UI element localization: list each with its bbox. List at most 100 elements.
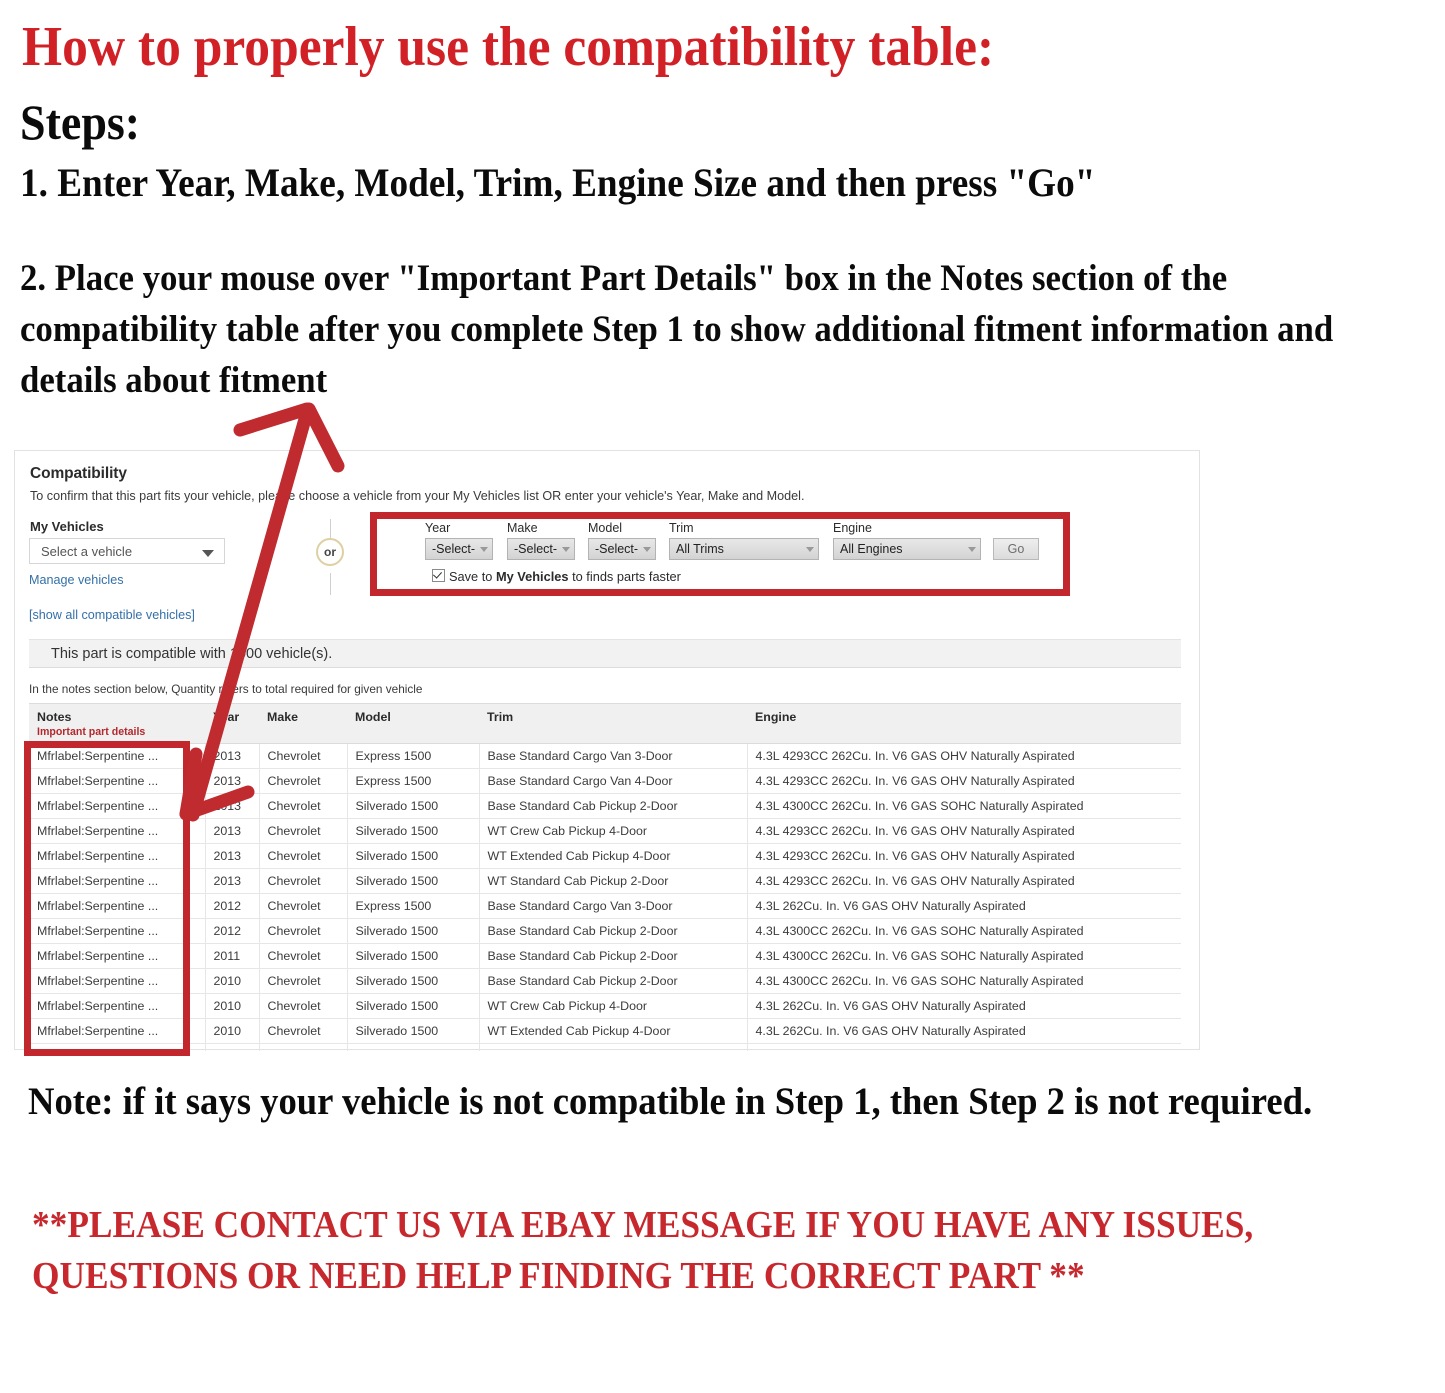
table-row: Mfrlabel:Serpentine ... 2012 Chevrolet Expr… <box>29 893 1181 919</box>
cell-notes[interactable]: Mfrlabel:Serpentine ... <box>29 818 206 844</box>
cell-notes[interactable]: Mfrlabel:Serpentine ... <box>29 743 206 769</box>
model-value: -Select- <box>595 542 639 556</box>
col-header-year: Year <box>205 703 259 744</box>
cell-model: Silverado 1500 <box>347 793 480 819</box>
table-row: Mfrlabel:Serpentine ...2010ChevroletSilv… <box>29 1043 1181 1051</box>
cell-notes[interactable]: Mfrlabel:Serpentine ... <box>29 918 206 944</box>
chevron-down-icon <box>202 550 214 557</box>
make-value: -Select- <box>514 542 558 556</box>
chevron-down-icon <box>480 547 488 552</box>
make-label: Make <box>507 521 538 535</box>
cell-model: Silverado 1500 <box>347 1043 480 1051</box>
cell-engine: 4.3L 262Cu. In. V6 GAS OHV Naturally Asp… <box>747 1018 1181 1044</box>
cell-year: 2013 <box>205 843 260 869</box>
cell-engine: 4.3L 262Cu. In. V6 GAS OHV Naturally Asp… <box>747 1043 1181 1051</box>
fitment-table-viewport: Notes Important part details Year Make M… <box>15 703 1201 1051</box>
go-button[interactable]: Go <box>993 538 1039 560</box>
cell-year: 2013 <box>205 868 260 894</box>
compatibility-count-text: This part is compatible with 1000 vehicl… <box>51 646 333 662</box>
cell-trim: WT Standard Cab Pickup 2-Door <box>479 868 748 894</box>
compatibility-heading: Compatibility <box>30 465 127 482</box>
model-select[interactable]: -Select- <box>588 538 656 560</box>
cell-notes[interactable]: Mfrlabel:Serpentine ... <box>29 893 206 919</box>
cell-year: 2013 <box>205 793 260 819</box>
page-title: How to properly use the compatibility ta… <box>22 16 995 78</box>
year-select[interactable]: -Select- <box>425 538 493 560</box>
cell-make: Chevrolet <box>259 1043 348 1051</box>
cell-trim: Base Standard Cab Pickup 2-Door <box>479 968 748 994</box>
cell-engine: 4.3L 4293CC 262Cu. In. V6 GAS OHV Natura… <box>747 843 1181 869</box>
engine-select[interactable]: All Engines <box>833 538 981 560</box>
cell-engine: 4.3L 4293CC 262Cu. In. V6 GAS OHV Natura… <box>747 818 1181 844</box>
cell-notes[interactable]: Mfrlabel:Serpentine ... <box>29 968 206 994</box>
table-row: Mfrlabel:Serpentine ... 2012 Chevrolet Silv… <box>29 918 1181 944</box>
or-divider-line-bottom <box>330 573 331 595</box>
cell-year: 2011 <box>205 943 260 969</box>
cell-make: Chevrolet <box>259 893 348 919</box>
cell-trim: Base Standard Cargo Van 4-Door <box>479 768 748 794</box>
save-bold-text: My Vehicles <box>495 569 569 584</box>
footer-note-text: Note: if it says your vehicle is not com… <box>28 1080 1313 1123</box>
cell-trim: Base Standard Cab Pickup 2-Door <box>479 793 748 819</box>
cell-engine: 4.3L 4300CC 262Cu. In. V6 GAS SOHC Natur… <box>747 943 1181 969</box>
cell-notes[interactable]: Mfrlabel:Serpentine ... <box>29 943 206 969</box>
cell-engine: 4.3L 262Cu. In. V6 GAS OHV Naturally Asp… <box>747 993 1181 1019</box>
cell-trim: Base Standard Cab Pickup 2-Door <box>479 943 748 969</box>
show-all-compatible-vehicles-link[interactable]: [show all compatible vehicles] <box>29 608 195 622</box>
step-2-text: 2. Place your mouse over "Important Part… <box>20 258 1334 401</box>
cell-notes[interactable]: Mfrlabel:Serpentine ... <box>29 843 206 869</box>
chevron-down-icon <box>562 547 570 552</box>
year-value: -Select- <box>432 542 476 556</box>
trim-select[interactable]: All Trims <box>669 538 819 560</box>
save-to-my-vehicles-checkbox[interactable] <box>432 569 445 582</box>
manage-vehicles-link[interactable]: Manage vehicles <box>29 573 124 587</box>
table-row: Mfrlabel:Serpentine ... 2013 Chevrolet Expr… <box>29 768 1181 794</box>
col-header-engine: Engine <box>747 703 1181 744</box>
make-select[interactable]: -Select- <box>507 538 575 560</box>
save-to-my-vehicles-row[interactable]: Save to My Vehicles to finds parts faste… <box>432 568 681 584</box>
col-header-make: Make <box>259 703 347 744</box>
cell-year: 2012 <box>205 893 260 919</box>
cell-trim: WT Crew Cab Pickup 4-Door <box>479 993 748 1019</box>
compatibility-panel: Compatibility To confirm that this part … <box>14 450 1201 1051</box>
cell-trim: Base Standard Cargo Van 3-Door <box>479 893 748 919</box>
cell-make: Chevrolet <box>259 818 348 844</box>
cell-make: Chevrolet <box>259 943 348 969</box>
my-vehicles-select[interactable]: Select a vehicle <box>29 538 225 564</box>
cell-notes[interactable]: Mfrlabel:Serpentine ... <box>29 768 206 794</box>
col-header-trim: Trim <box>479 703 747 744</box>
table-row: Mfrlabel:Serpentine ... 2013 Chevrolet Expr… <box>29 743 1181 769</box>
table-row: Mfrlabel:Serpentine ... 2013 Chevrolet Silv… <box>29 868 1181 894</box>
cell-year: 2013 <box>205 768 260 794</box>
table-row: Mfrlabel:Serpentine ... 2013 Chevrolet Silv… <box>29 843 1181 869</box>
cell-notes[interactable]: Mfrlabel:Serpentine ... <box>29 993 206 1019</box>
engine-value: All Engines <box>840 542 903 556</box>
cell-model: Silverado 1500 <box>347 868 480 894</box>
table-row: Mfrlabel:Serpentine ... 2011 Chevrolet Silv… <box>29 943 1181 969</box>
model-label: Model <box>588 521 623 535</box>
cell-make: Chevrolet <box>259 743 348 769</box>
cell-model: Express 1500 <box>347 893 480 919</box>
cell-year: 2012 <box>205 918 260 944</box>
cell-trim: Base Standard Cargo Van 3-Door <box>479 743 748 769</box>
cell-notes[interactable]: Mfrlabel:Serpentine ... <box>29 1043 206 1051</box>
my-vehicles-label: My Vehicles <box>30 519 104 534</box>
cell-notes[interactable]: Mfrlabel:Serpentine ... <box>29 793 206 819</box>
compatibility-subtitle: To confirm that this part fits your vehi… <box>30 489 805 503</box>
cell-engine: 4.3L 4300CC 262Cu. In. V6 GAS SOHC Natur… <box>747 968 1181 994</box>
cell-engine: 4.3L 4293CC 262Cu. In. V6 GAS OHV Natura… <box>747 868 1181 894</box>
save-prefix-text: Save to <box>449 569 496 584</box>
cell-make: Chevrolet <box>259 968 348 994</box>
cell-make: Chevrolet <box>259 793 348 819</box>
cell-model: Silverado 1500 <box>347 968 480 994</box>
table-row: Mfrlabel:Serpentine ... 2013 Chevrolet Silv… <box>29 818 1181 844</box>
cell-notes[interactable]: Mfrlabel:Serpentine ... <box>29 868 206 894</box>
chevron-down-icon <box>806 547 814 552</box>
save-suffix-text: to finds parts faster <box>568 569 681 584</box>
cell-trim: Base Standard Cab Pickup 2-Door <box>479 918 748 944</box>
cell-engine: 4.3L 4293CC 262Cu. In. V6 GAS OHV Natura… <box>747 743 1181 769</box>
cell-make: Chevrolet <box>259 768 348 794</box>
cell-notes[interactable]: Mfrlabel:Serpentine ... <box>29 1018 206 1044</box>
cell-make: Chevrolet <box>259 843 348 869</box>
cell-model: Express 1500 <box>347 743 480 769</box>
